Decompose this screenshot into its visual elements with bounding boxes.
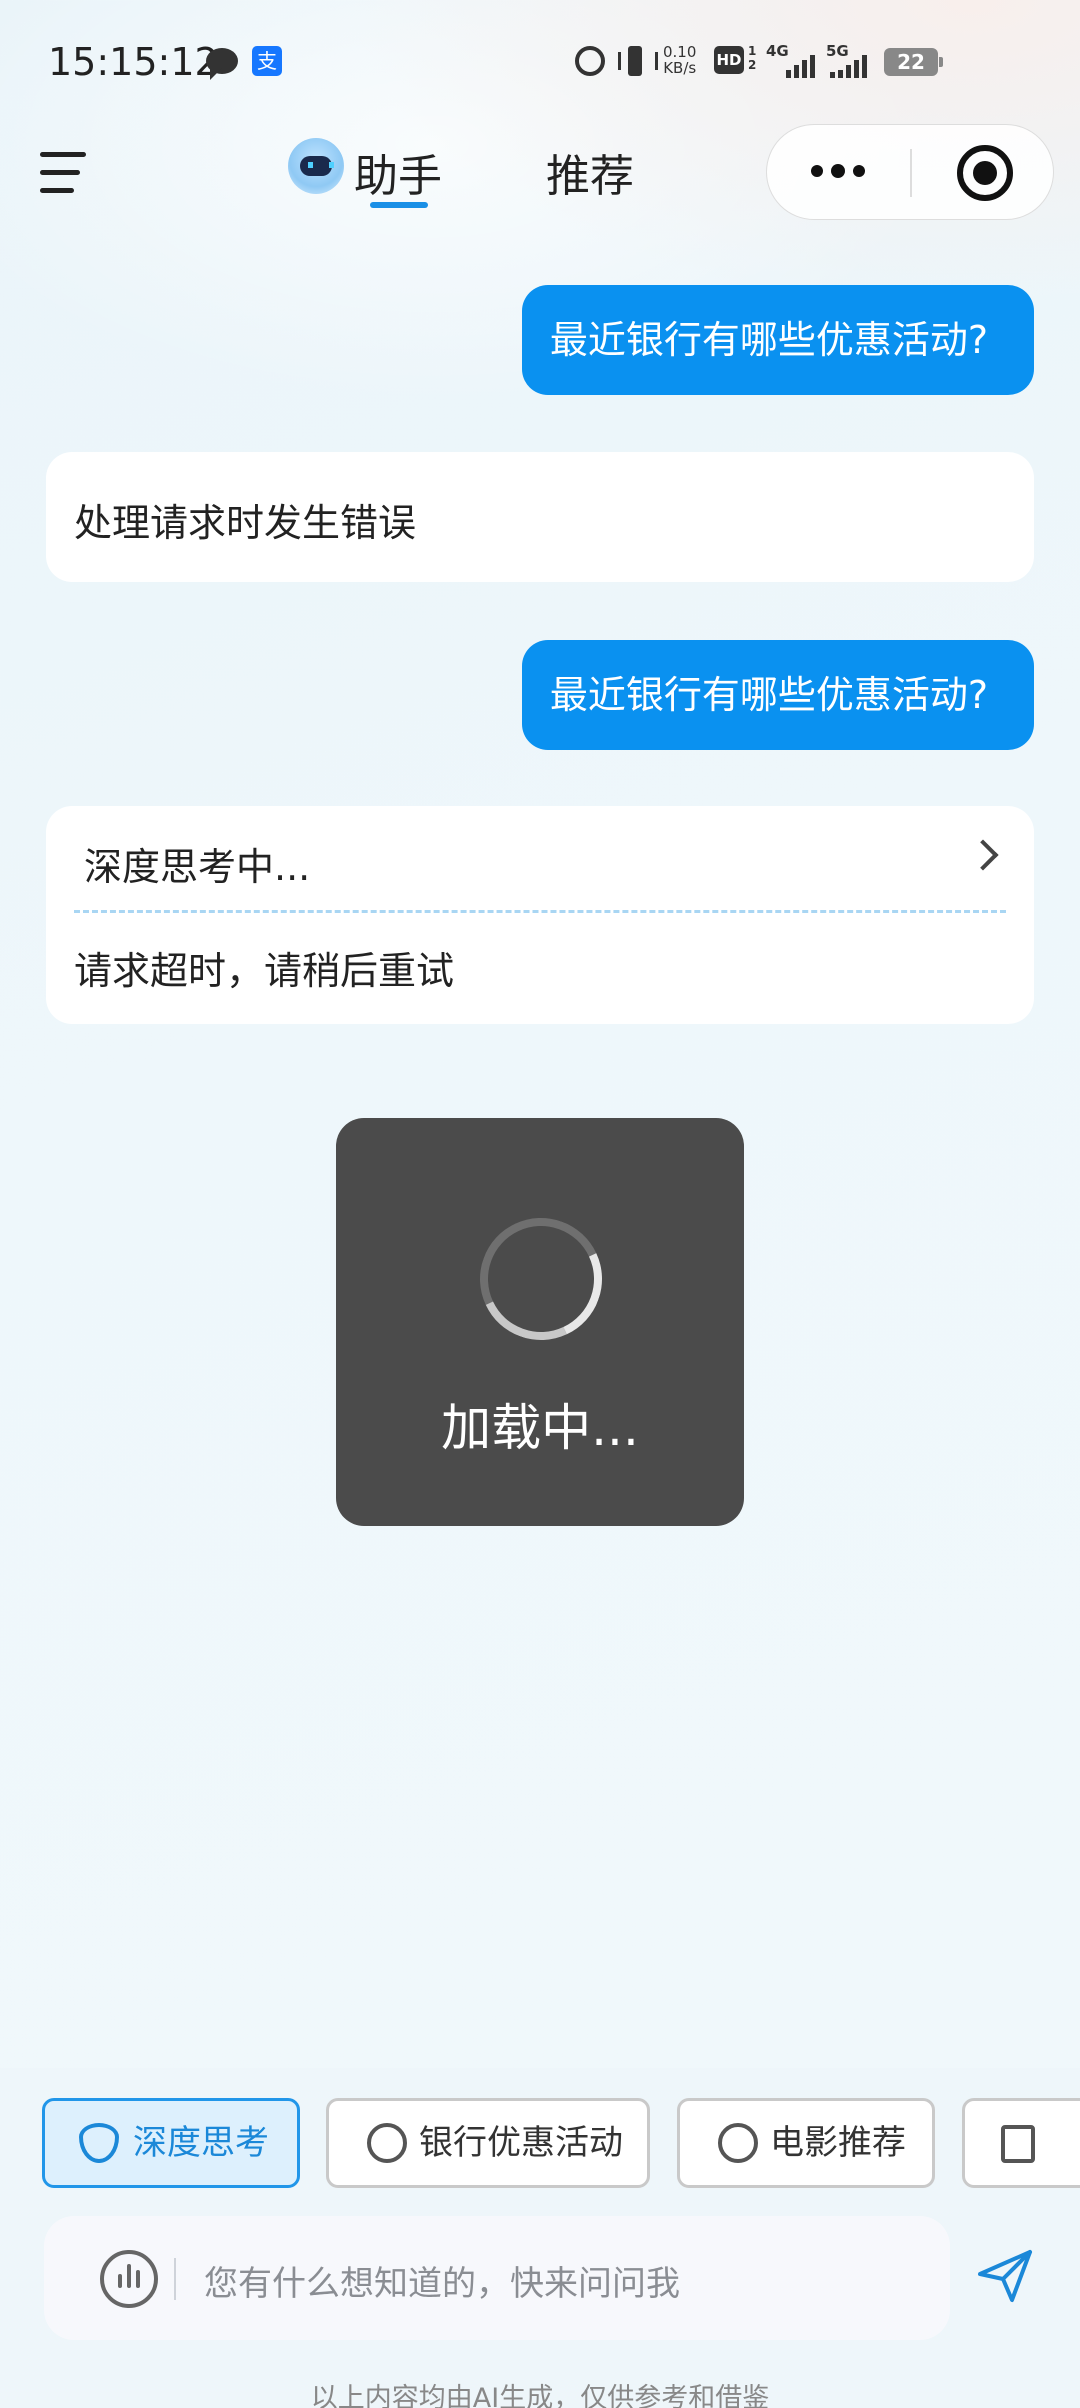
robot-avatar-icon <box>288 138 344 194</box>
tab-active-indicator <box>370 202 428 208</box>
chat-input-box[interactable]: 您有什么想知道的，快来问问我 <box>44 2216 950 2340</box>
spinner-icon <box>462 1200 620 1358</box>
status-time: 15:15:12 <box>48 40 219 84</box>
chip-label: 深度思考 <box>133 2123 269 2163</box>
capsule-divider <box>910 149 912 197</box>
tab-recommend[interactable]: 推荐 <box>546 140 634 204</box>
status-bar: 15:15:12 支 0.10 KB/s HD 1 2 4G 5G 22 <box>0 0 1080 130</box>
more-options-button[interactable] <box>767 125 907 219</box>
chip-label: 电影推荐 <box>770 2123 906 2163</box>
chat-input-placeholder[interactable]: 您有什么想知道的，快来问问我 <box>204 2256 680 2305</box>
film-reel-icon <box>718 2123 758 2163</box>
signal-icon-2 <box>830 50 867 78</box>
chat-bubble-icon <box>206 48 238 80</box>
chip-deep-think[interactable]: 深度思考 <box>42 2098 300 2188</box>
loading-text: 加载中... <box>441 1399 639 1457</box>
vibrate-icon <box>618 44 658 78</box>
voice-input-icon[interactable] <box>100 2250 158 2308</box>
chip-movie-recommend[interactable]: 电影推荐 <box>677 2098 935 2188</box>
mini-program-capsule <box>766 124 1054 220</box>
net-speed-unit: KB/s <box>663 59 697 77</box>
net-speed-value: 0.10 <box>663 43 697 61</box>
hd-icon: HD <box>714 46 744 74</box>
close-miniprogram-icon[interactable] <box>957 145 1013 201</box>
chip-label: 银行优惠活动 <box>419 2123 623 2163</box>
thinking-toggle[interactable]: 深度思考中... <box>84 836 310 891</box>
chip-more[interactable] <box>962 2098 1080 2188</box>
hd-sub-label: 1 2 <box>748 44 757 72</box>
ai-disclaimer: 以上内容均由AI生成，仅供参考和借鉴 <box>310 2383 770 2408</box>
net-speed: 0.10 KB/s <box>663 44 696 76</box>
battery-icon: 22 <box>884 48 943 76</box>
user-message: 最近银行有哪些优惠活动? <box>521 640 1034 750</box>
alarm-icon <box>575 46 605 76</box>
signal-icon <box>786 50 815 78</box>
chip-overflow <box>960 2092 1080 2196</box>
discount-icon <box>367 2123 407 2163</box>
assistant-message-text: 请求超时，请稍后重试 <box>74 949 455 993</box>
chip-bank-offers[interactable]: 银行优惠活动 <box>326 2098 650 2188</box>
atom-icon <box>79 2123 119 2163</box>
dashed-divider <box>74 910 1006 913</box>
document-search-icon <box>1001 2125 1035 2163</box>
chevron-right-icon[interactable] <box>967 839 999 871</box>
tab-assistant[interactable]: 助手 <box>354 140 442 204</box>
alipay-icon: 支 <box>252 46 282 76</box>
input-divider <box>174 2258 176 2300</box>
send-icon[interactable] <box>976 2246 1034 2304</box>
assistant-message: 深度思考中... 请求超时，请稍后重试 <box>46 806 1034 1024</box>
menu-icon[interactable] <box>40 148 88 198</box>
user-message: 最近银行有哪些优惠活动? <box>521 285 1034 395</box>
assistant-message-text: 处理请求时发生错误 <box>74 501 417 545</box>
loading-toast: 加载中... <box>336 1118 744 1526</box>
assistant-message: 处理请求时发生错误 <box>46 452 1034 582</box>
